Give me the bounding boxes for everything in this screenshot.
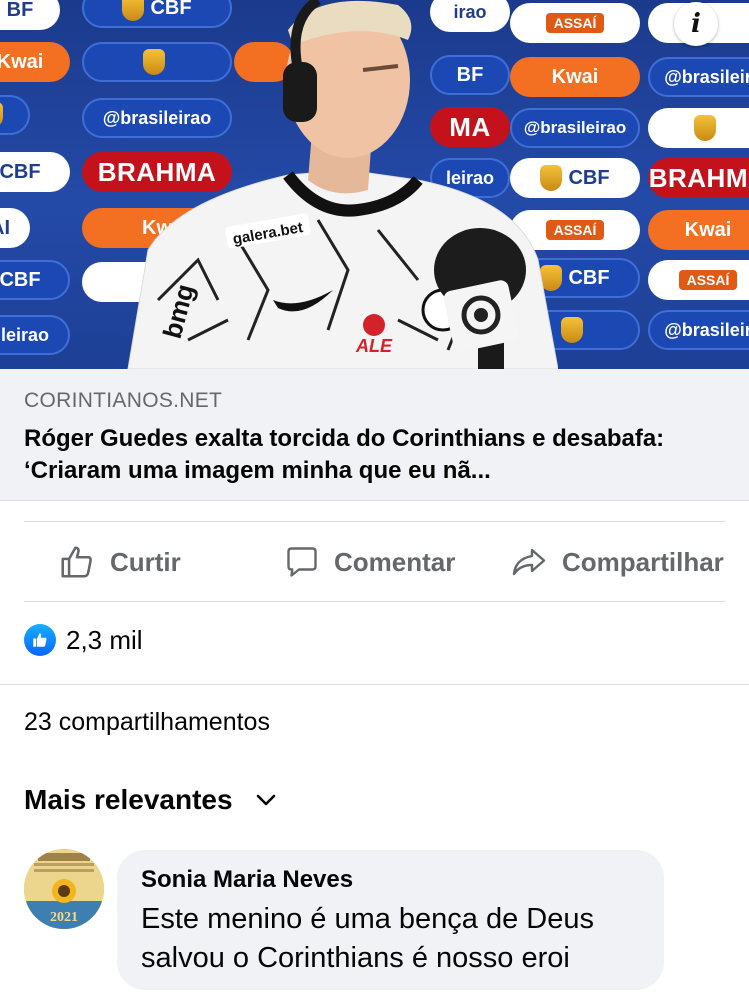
sponsor-brasileirao: leirao <box>0 315 70 355</box>
comment-button[interactable]: Comentar <box>284 544 455 580</box>
trophy-icon <box>561 317 583 343</box>
sponsor-assai: ASSAÍ <box>648 260 749 300</box>
sponsor-text: CBF <box>568 266 610 289</box>
sponsor-text: BF <box>6 0 34 21</box>
info-icon[interactable]: i <box>674 2 718 46</box>
sponsor-text: BRAHMA <box>648 162 749 193</box>
sponsor-text: @brasileira <box>664 66 749 87</box>
avatar-year: 2021 <box>50 910 78 925</box>
sponsor-cbf: BF <box>0 0 60 30</box>
trophy-icon <box>0 102 3 128</box>
sponsor-cbf: CBF <box>0 260 70 300</box>
chevron-down-icon <box>256 794 275 806</box>
share-arrow-icon <box>512 548 546 576</box>
sponsor-text: Kwai <box>551 65 599 88</box>
player-illustration: galera.bet bmg ALE <box>127 0 558 369</box>
link-preview-image[interactable]: BF CBF Kwai @brasileirao CBF BRAHMA AI K… <box>0 0 749 369</box>
sponsor-brasileirao: @brasileira <box>648 310 749 350</box>
sponsor-text: leirao <box>0 324 50 345</box>
divider <box>0 684 749 685</box>
shirt-sponsor-text: ALE <box>355 336 393 356</box>
sponsor-text: CBF <box>568 166 610 189</box>
reaction-count: 2,3 mil <box>66 624 143 655</box>
link-domain: CORINTIANOS.NET <box>24 389 223 412</box>
sponsor-brahma: BRAHMA <box>648 158 749 198</box>
avatar[interactable]: 2021 <box>24 849 104 929</box>
speech-bubble-icon <box>287 547 317 577</box>
thumbs-up-icon <box>61 546 92 578</box>
comment-sort-dropdown[interactable]: Mais relevantes <box>24 784 277 816</box>
sponsor-assai: AI <box>0 208 30 248</box>
sponsor-text: Kwai <box>0 50 44 73</box>
sponsor-kwai: Kwai <box>648 210 749 250</box>
sponsor-brasileirao: @brasileira <box>648 57 749 97</box>
comment-text: Este menino é uma bença de Deus salvou o… <box>141 903 594 974</box>
sponsor-text: ASSAÍ <box>678 270 738 290</box>
like-reaction-icon <box>24 624 56 656</box>
sponsor-text: @brasileira <box>664 319 749 340</box>
link-title: Róger Guedes exalta torcida do Corinthia… <box>24 425 665 484</box>
sponsor-cbf: CBF <box>0 152 70 192</box>
info-glyph: i <box>691 9 701 39</box>
sunflower-avatar-image: 2021 <box>24 849 104 929</box>
comment-label: Comentar <box>334 546 456 577</box>
share-count[interactable]: 23 compartilhamentos <box>24 708 270 737</box>
reaction-summary[interactable]: 2,3 mil <box>24 624 143 656</box>
sponsor-text: AI <box>0 216 10 239</box>
share-button[interactable]: Compartilhar <box>510 544 724 580</box>
sponsor-kwai: Kwai <box>0 42 70 82</box>
sponsor-text: CBF <box>0 268 41 291</box>
link-preview-caption[interactable]: CORINTIANOS.NET Róger Guedes exalta torc… <box>0 369 749 501</box>
sponsor-trophy <box>0 95 30 135</box>
comment-author[interactable]: Sonia Maria Neves <box>141 866 640 894</box>
post-action-bar: Curtir Comentar Compartilhar <box>0 522 749 602</box>
sponsor-trophy <box>648 108 749 148</box>
like-button[interactable]: Curtir <box>58 543 181 581</box>
sponsor-text: CBF <box>0 160 41 183</box>
sponsor-text: Kwai <box>684 218 732 241</box>
comment-bubble[interactable]: Sonia Maria Neves Este menino é uma benç… <box>117 850 664 990</box>
trophy-icon <box>694 115 716 141</box>
sort-label: Mais relevantes <box>24 784 233 815</box>
share-label: Compartilhar <box>562 546 724 577</box>
divider <box>24 601 725 602</box>
like-label: Curtir <box>110 546 181 577</box>
